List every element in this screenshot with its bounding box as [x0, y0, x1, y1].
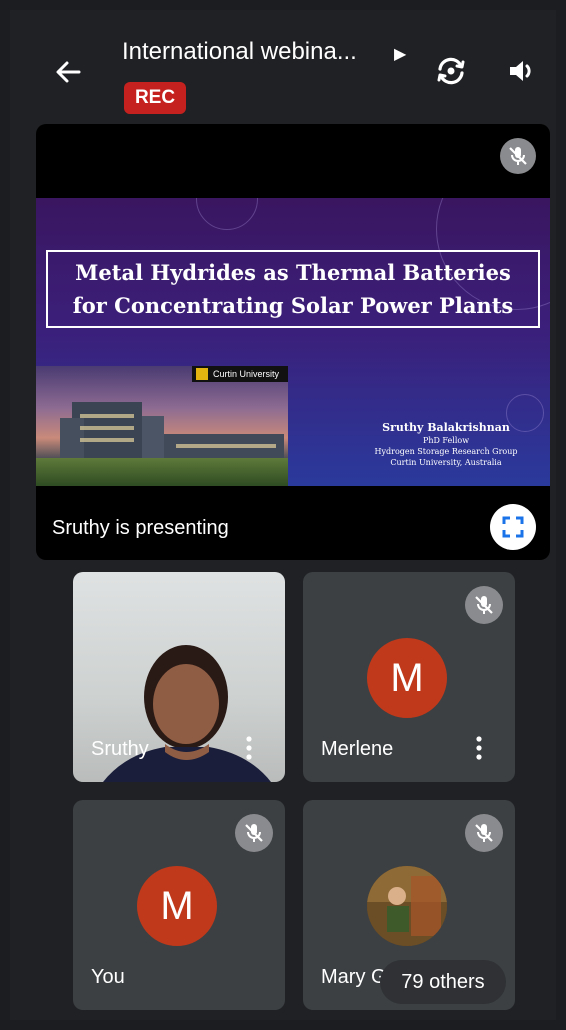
mic-off-indicator	[465, 814, 503, 852]
others-count-chip[interactable]: 79 others	[380, 960, 506, 1004]
title-caret-icon[interactable]: ▶	[394, 44, 406, 64]
slide-decor-ring	[196, 198, 258, 230]
camera-flip-icon	[437, 57, 465, 85]
mic-off-indicator	[465, 586, 503, 624]
presenter-mic-off-indicator	[500, 138, 536, 174]
mic-off-icon	[475, 824, 493, 842]
participant-name: You	[91, 966, 125, 988]
meeting-title[interactable]: International webina...	[122, 38, 357, 66]
participant-name: Merlene	[321, 738, 394, 760]
curtin-logo-icon	[196, 368, 208, 380]
fullscreen-button[interactable]	[490, 504, 536, 550]
presentation-tile[interactable]: Metal Hydrides as Thermal Batteries for …	[36, 124, 550, 560]
participant-tile-merlene[interactable]: M Merlene	[303, 572, 515, 782]
more-vertical-icon	[246, 736, 252, 760]
avatar-photo	[367, 866, 447, 946]
author-line: Hydrogen Storage Research Group	[374, 447, 518, 456]
meeting-screen: International webina... ▶ REC Metal Hydr…	[10, 10, 556, 1020]
mic-off-icon	[475, 596, 493, 614]
profile-photo	[367, 866, 447, 946]
fullscreen-icon	[502, 516, 524, 538]
slide-title-box: Metal Hydrides as Thermal Batteries for …	[46, 250, 540, 328]
participant-tile-sruthy[interactable]: Sruthy	[73, 572, 285, 782]
participant-name: Sruthy	[91, 738, 149, 760]
curtin-badge: Curtin University	[192, 366, 288, 382]
author-line: Curtin University, Australia	[390, 458, 502, 467]
volume-icon	[510, 61, 531, 81]
curtin-badge-text: Curtin University	[213, 369, 280, 379]
campus-photo	[36, 366, 288, 486]
slide-author: Sruthy Balakrishnan PhD Fellow Hydrogen …	[354, 420, 538, 468]
participant-name: Mary G	[321, 966, 387, 988]
arrow-left-icon	[56, 61, 81, 83]
more-options-button[interactable]	[469, 730, 489, 766]
speaker-button[interactable]	[500, 50, 542, 92]
author-line: PhD Fellow	[422, 436, 470, 445]
more-options-button[interactable]	[239, 730, 259, 766]
recording-badge: REC	[124, 82, 186, 114]
presenting-status: Sruthy is presenting	[52, 517, 229, 539]
avatar: M	[367, 638, 447, 718]
presentation-slide: Metal Hydrides as Thermal Batteries for …	[36, 198, 550, 486]
slide-title: Metal Hydrides as Thermal Batteries for …	[72, 260, 514, 318]
flip-camera-button[interactable]	[430, 50, 472, 92]
avatar: M	[137, 866, 217, 946]
mic-off-icon	[509, 147, 527, 165]
more-vertical-icon	[476, 736, 482, 760]
mic-off-indicator	[235, 814, 273, 852]
back-button[interactable]	[48, 56, 88, 88]
participant-tile-you[interactable]: M You	[73, 800, 285, 1010]
author-name: Sruthy Balakrishnan	[382, 421, 510, 434]
mic-off-icon	[245, 824, 263, 842]
